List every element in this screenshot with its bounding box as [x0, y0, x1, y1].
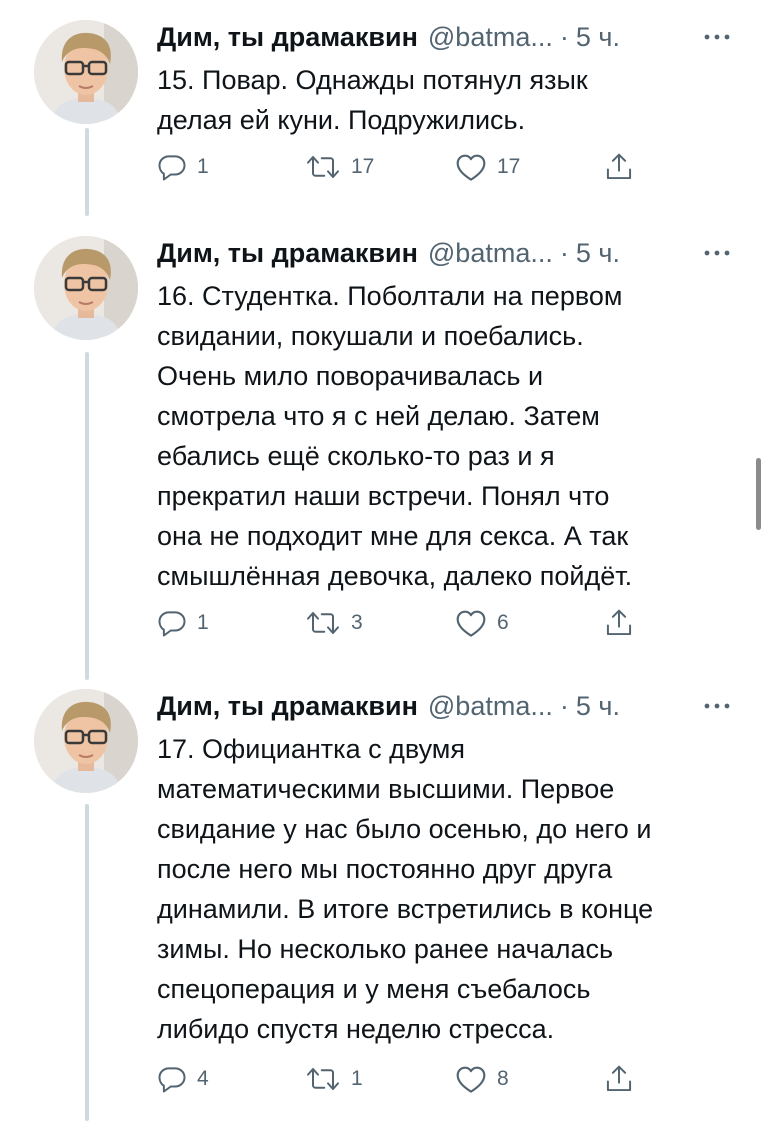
separator-dot: ·: [559, 22, 569, 52]
reply-count: 1: [197, 611, 209, 634]
avatar[interactable]: [34, 689, 138, 793]
tweet-header: Дим, ты драмаквин @batma... · 5 ч.: [157, 20, 737, 54]
more-icon[interactable]: [697, 22, 737, 52]
reply-icon: [158, 1067, 186, 1093]
avatar[interactable]: [34, 20, 138, 124]
reply-icon: [158, 155, 186, 181]
reply-button[interactable]: 4: [157, 1059, 209, 1099]
tweet-actions: 1 3 6: [157, 603, 637, 643]
share-icon: [606, 1065, 632, 1092]
tweet-time[interactable]: 5 ч.: [576, 689, 620, 723]
reply-button[interactable]: 1: [157, 603, 209, 643]
like-count: 8: [497, 1067, 509, 1090]
separator-dot: ·: [559, 238, 569, 268]
heart-icon: [456, 154, 486, 181]
author-handle[interactable]: @batma...: [428, 20, 553, 54]
retweet-icon: [307, 1068, 339, 1090]
share-icon: [606, 153, 632, 180]
like-button[interactable]: 17: [455, 147, 520, 187]
retweet-button[interactable]: 1: [305, 1059, 363, 1099]
tweet-text: 16. Студентка. Поболтали на первом свида…: [157, 281, 633, 591]
avatar[interactable]: [34, 236, 138, 340]
retweet-button[interactable]: 3: [305, 603, 363, 643]
like-button[interactable]: 8: [455, 1059, 509, 1099]
share-button[interactable]: [604, 1059, 634, 1099]
share-icon: [606, 609, 632, 636]
heart-icon: [456, 610, 486, 637]
share-button[interactable]: [604, 603, 634, 643]
author-name[interactable]: Дим, ты драмаквин: [157, 689, 418, 723]
like-count: 17: [497, 155, 521, 178]
more-icon[interactable]: [697, 238, 737, 268]
thread-line: [85, 128, 89, 216]
avatar-photo: [34, 236, 138, 340]
reply-button[interactable]: 1: [157, 147, 209, 187]
tweet-header: Дим, ты драмаквин @batma... · 5 ч.: [157, 689, 737, 723]
reply-count: 1: [197, 155, 209, 178]
avatar-photo: [34, 20, 138, 124]
reply-icon: [158, 611, 186, 637]
reply-count: 4: [197, 1067, 209, 1090]
retweet-icon: [307, 612, 339, 634]
tweet-actions: 4 1 8: [157, 1059, 637, 1099]
thread-line: [85, 804, 89, 1121]
tweet-text: 15. Повар. Однажды потянул язык делая ей…: [157, 65, 588, 135]
retweet-count: 17: [351, 155, 375, 178]
like-count: 6: [497, 611, 509, 634]
retweet-count: 3: [351, 611, 363, 634]
author-handle[interactable]: @batma...: [428, 689, 553, 723]
heart-icon: [456, 1066, 486, 1093]
share-button[interactable]: [604, 147, 634, 187]
tweet-time[interactable]: 5 ч.: [576, 20, 620, 54]
retweet-button[interactable]: 17: [305, 147, 374, 187]
retweet-icon: [307, 156, 339, 178]
tweet-header: Дим, ты драмаквин @batma... · 5 ч.: [157, 236, 737, 270]
like-button[interactable]: 6: [455, 603, 509, 643]
tweet-actions: 1 17 17: [157, 147, 637, 187]
avatar-photo: [34, 689, 138, 793]
more-icon[interactable]: [697, 691, 737, 721]
author-name[interactable]: Дим, ты драмаквин: [157, 20, 418, 54]
author-name[interactable]: Дим, ты драмаквин: [157, 236, 418, 270]
scrollbar[interactable]: [756, 458, 761, 530]
author-handle[interactable]: @batma...: [428, 236, 553, 270]
tweet-text: 17. Официантка с двумя математическими в…: [157, 734, 654, 1044]
thread-line: [85, 352, 89, 680]
separator-dot: ·: [559, 691, 569, 721]
retweet-count: 1: [351, 1067, 363, 1090]
tweet-time[interactable]: 5 ч.: [576, 236, 620, 270]
